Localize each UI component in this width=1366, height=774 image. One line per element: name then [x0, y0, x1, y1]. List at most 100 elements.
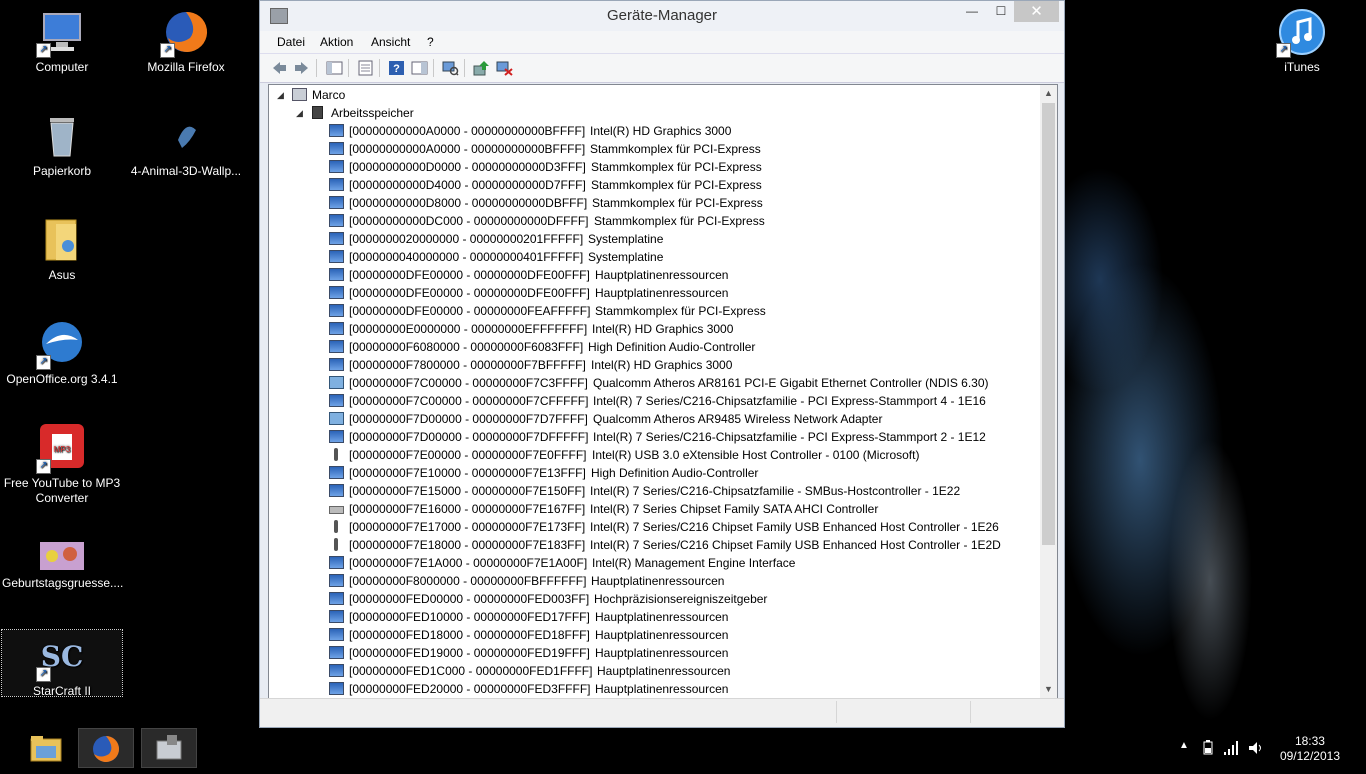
scrollbar-thumb[interactable]	[1042, 103, 1055, 545]
network-icon	[329, 376, 344, 389]
device-item-range: [00000000000DC000 - 00000000000DFFFF]	[349, 214, 589, 228]
collapse-arrow-icon[interactable]: ◢	[277, 86, 286, 104]
menu-help[interactable]: ?	[427, 35, 434, 49]
system-device-icon	[329, 484, 344, 497]
collapse-arrow-icon[interactable]: ◢	[296, 104, 305, 122]
device-item-range: [00000000F7E10000 - 00000000F7E13FFF]	[349, 466, 586, 480]
device-item-range: [00000000F7D00000 - 00000000F7DFFFFF]	[349, 430, 589, 444]
wallpaper-file-icon	[162, 112, 210, 160]
desktop-icon-label: Asus	[48, 268, 76, 282]
device-item-name: Qualcomm Atheros AR8161 PCI-E Gigabit Et…	[593, 376, 989, 390]
taskbar-explorer[interactable]	[18, 728, 74, 768]
toolbar-separator	[348, 59, 349, 77]
usb-icon	[329, 538, 344, 551]
system-device-icon	[329, 250, 344, 263]
action-pane-icon[interactable]	[411, 60, 428, 76]
scroll-down-arrow-icon[interactable]: ▼	[1040, 681, 1057, 698]
clock-time: 18:33	[1294, 734, 1325, 748]
desktop-icon-computer[interactable]: ↗ Computer	[2, 8, 122, 75]
desktop-icon-mp3-converter[interactable]: MP3 ↗ Free YouTube to MP3 Converter	[2, 424, 122, 506]
clock[interactable]: 18:33 09/12/2013	[1280, 734, 1340, 764]
system-device-icon	[329, 142, 344, 155]
usb-icon	[329, 448, 344, 461]
update-driver-icon[interactable]	[473, 60, 490, 76]
recycle-bin-icon	[38, 112, 86, 160]
device-item-name: Intel(R) 7 Series Chipset Family SATA AH…	[590, 502, 879, 516]
device-item-name: Hauptplatinenressourcen	[595, 286, 729, 300]
desktop-icon-label: Computer	[35, 60, 89, 74]
device-item-name: Intel(R) HD Graphics 3000	[590, 124, 732, 138]
system-device-icon	[329, 682, 344, 695]
menu-ansicht[interactable]: Ansicht	[371, 35, 410, 49]
help-icon[interactable]: ?	[388, 60, 405, 76]
desktop-icon-firefox[interactable]: ↗ Mozilla Firefox	[126, 8, 246, 75]
taskbar-device-manager[interactable]	[141, 728, 197, 768]
system-device-icon	[329, 646, 344, 659]
gpu-icon	[329, 358, 344, 371]
volume-icon[interactable]	[1247, 740, 1265, 756]
computer-icon	[292, 88, 307, 101]
menu-aktion[interactable]: Aktion	[320, 35, 353, 49]
taskbar-firefox[interactable]	[78, 728, 134, 768]
desktop-icon-geburtstag[interactable]: Geburtstagsgruesse....	[2, 540, 123, 591]
system-device-icon	[329, 394, 344, 407]
tree-root-label: Marco	[312, 88, 346, 102]
usb-icon	[329, 520, 344, 533]
title-bar[interactable]: Geräte-Manager — ☐ ✕	[260, 1, 1064, 31]
computer-icon: ↗	[36, 8, 86, 58]
device-item-name: Intel(R) 7 Series/C216-Chipsatzfamilie -…	[593, 394, 986, 408]
scan-hardware-icon[interactable]	[442, 60, 459, 76]
device-item-range: [00000000F7E16000 - 00000000F7E167FF]	[349, 502, 586, 516]
show-hidden-icons-arrow-icon[interactable]: ▲	[1179, 740, 1189, 751]
show-hide-console-tree-icon[interactable]	[326, 60, 343, 76]
device-item-range: [00000000F7E00000 - 00000000F7E0FFFF]	[349, 448, 587, 462]
desktop-icon-itunes[interactable]: ↗ iTunes	[1242, 8, 1362, 75]
forward-icon[interactable]	[293, 60, 310, 76]
image-file-icon	[38, 540, 86, 572]
maximize-button[interactable]: ☐	[986, 1, 1016, 22]
uninstall-device-icon[interactable]	[496, 60, 513, 76]
device-tree: ◢ Marco ◢ Arbeitsspeicher [00000000000A0…	[269, 85, 1039, 698]
device-item-name: Intel(R) HD Graphics 3000	[592, 322, 734, 336]
desktop-icon-recycle-bin[interactable]: Papierkorb	[2, 112, 122, 179]
itunes-icon: ↗	[1276, 8, 1326, 58]
device-item-name: Stammkomplex für PCI-Express	[592, 196, 763, 210]
desktop-icon-label: StarCraft II	[32, 684, 91, 698]
scroll-up-arrow-icon[interactable]: ▲	[1040, 85, 1057, 102]
device-item-name: Systemplatine	[588, 250, 664, 264]
device-item-name: Intel(R) 7 Series/C216-Chipsatzfamilie -…	[590, 484, 961, 498]
device-tree-pane[interactable]: ◢ Marco ◢ Arbeitsspeicher [00000000000A0…	[268, 84, 1058, 699]
back-icon[interactable]	[271, 60, 288, 76]
gpu-icon	[329, 124, 344, 137]
device-item-name: High Definition Audio-Controller	[588, 340, 756, 354]
device-item-name: Intel(R) Management Engine Interface	[592, 556, 796, 570]
device-item-name: Stammkomplex für PCI-Express	[594, 214, 765, 228]
system-device-icon	[329, 592, 344, 605]
desktop-icon-label: 4-Animal-3D-Wallp...	[130, 164, 242, 178]
network-icon	[329, 412, 344, 425]
system-device-icon	[329, 304, 344, 317]
menu-datei[interactable]: Datei	[277, 35, 305, 49]
device-item-name: Hauptplatinenressourcen	[595, 610, 729, 624]
desktop-icon-asus[interactable]: Asus	[2, 216, 122, 283]
desktop-icon-wallpaper[interactable]: 4-Animal-3D-Wallp...	[126, 112, 246, 179]
battery-icon[interactable]	[1200, 740, 1216, 756]
minimize-button[interactable]: —	[957, 1, 987, 22]
vertical-scrollbar[interactable]: ▲ ▼	[1040, 85, 1057, 698]
gpu-icon	[329, 322, 344, 335]
device-item-range: [00000000FED00000 - 00000000FED003FF]	[349, 592, 590, 606]
device-item-range: [00000000000D4000 - 00000000000D7FFF]	[349, 178, 586, 192]
system-device-icon	[329, 196, 344, 209]
starcraft-icon: SC ↗	[36, 632, 86, 682]
desktop-icon-label: iTunes	[1284, 60, 1320, 74]
properties-icon[interactable]	[357, 60, 374, 76]
svg-text:MP3: MP3	[54, 445, 71, 454]
close-button[interactable]: ✕	[1014, 1, 1059, 22]
device-item-range: [00000000FED10000 - 00000000FED17FFF]	[349, 610, 590, 624]
device-item-name: Systemplatine	[588, 232, 664, 246]
system-device-icon	[329, 232, 344, 245]
network-signal-icon[interactable]	[1223, 740, 1239, 756]
device-item-name: Hauptplatinenressourcen	[595, 682, 729, 696]
desktop-icon-openoffice[interactable]: ↗ OpenOffice.org 3.4.1	[2, 320, 122, 387]
desktop-icon-starcraft[interactable]: SC ↗ StarCraft II	[1, 629, 123, 698]
